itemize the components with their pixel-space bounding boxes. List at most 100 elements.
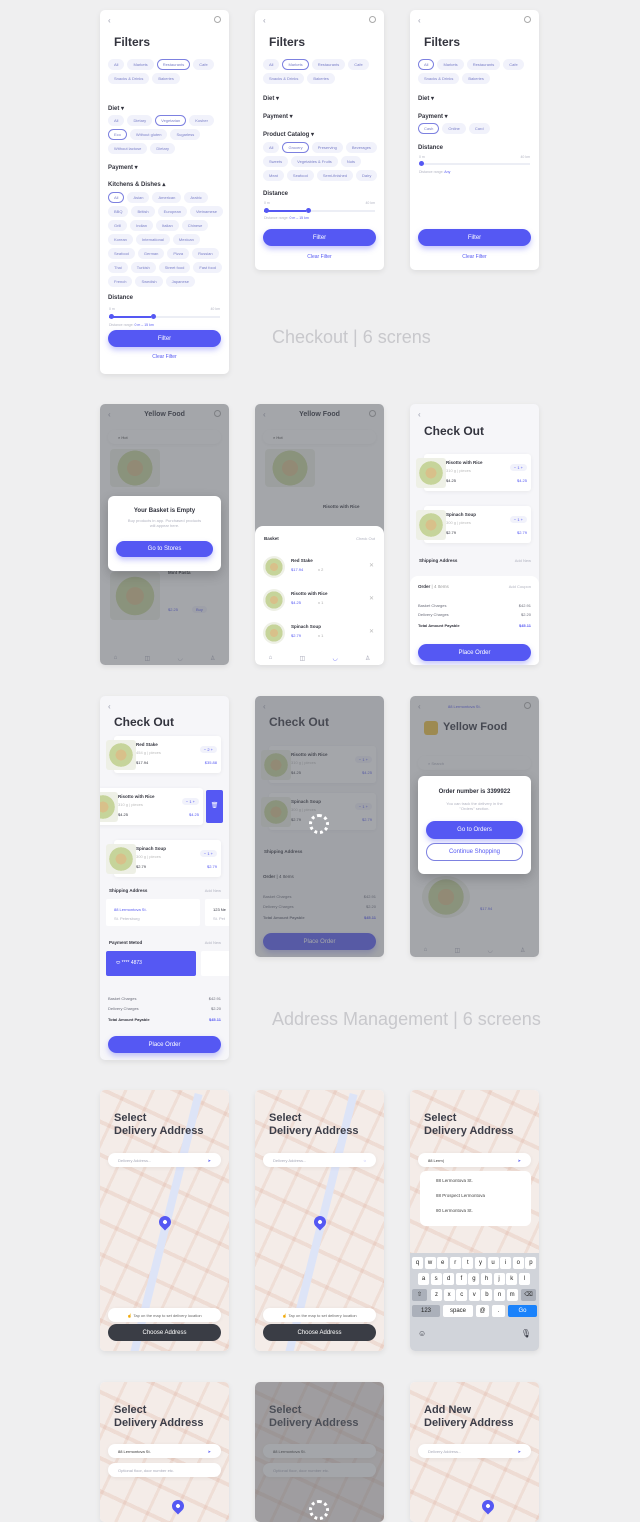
filter-chip[interactable]: Bakeries (307, 73, 335, 84)
catalog-section-label[interactable]: Product Catalog ▾ (263, 131, 314, 138)
slider-handle[interactable] (419, 161, 424, 166)
choose-address-button[interactable]: Choose Address (263, 1324, 376, 1341)
filter-chip[interactable]: Bakeries (462, 73, 490, 84)
filter-chip[interactable]: Turkish (130, 262, 156, 273)
basket-item[interactable]: Red Stake $17.94 x 2 ✕ (263, 554, 376, 582)
key[interactable]: v (468, 1289, 480, 1301)
key[interactable]: Go (508, 1305, 537, 1317)
filter-chip[interactable]: International (135, 234, 170, 245)
filter-chip[interactable]: Street food (158, 262, 191, 273)
filter-chip[interactable]: Chinese (181, 220, 209, 231)
optional-details-input[interactable]: Optional floor, door number etc. (108, 1463, 221, 1477)
filter-chip[interactable]: Japanese (165, 276, 195, 287)
key[interactable]: k (506, 1273, 518, 1285)
key[interactable]: c (456, 1289, 468, 1301)
kitchens-section-label[interactable]: Kitchens & Dishes ▴ (108, 181, 165, 188)
filter-chip[interactable]: Without lactose (108, 143, 148, 154)
basket-icon[interactable]: ◡ (177, 655, 182, 662)
back-icon[interactable]: ‹ (418, 702, 421, 711)
back-icon[interactable]: ‹ (418, 16, 421, 25)
filter-chip[interactable]: Nuts (340, 156, 362, 167)
filter-chip[interactable]: Kosher (189, 115, 214, 126)
place-order-button[interactable]: Place Order (263, 933, 376, 950)
slider-min-handle[interactable] (264, 208, 269, 213)
delivery-address-input[interactable]: 88 Lermontova St. ➤ (108, 1444, 221, 1458)
diet-section-label[interactable]: Diet ▾ (108, 105, 124, 112)
filter-chip[interactable]: Restaurants (466, 59, 501, 70)
filter-chip[interactable]: Beverages (345, 142, 377, 153)
delivery-address-input[interactable]: Delivery Address... ➤ (418, 1444, 531, 1458)
quantity-stepper[interactable]: − 1 + (354, 756, 372, 763)
distance-slider[interactable] (419, 161, 530, 166)
payment-section-label[interactable]: Payment ▾ (263, 113, 293, 120)
filter-chip[interactable]: Arabic (184, 192, 208, 203)
add-address-link[interactable]: Add New (205, 888, 221, 893)
key[interactable]: h (481, 1273, 492, 1285)
filter-chip[interactable]: Card (468, 123, 490, 134)
back-icon[interactable]: ‹ (418, 410, 421, 419)
payment-card[interactable] (201, 951, 229, 976)
clear-filter-link[interactable]: Clear Filter (100, 354, 229, 360)
filter-chip[interactable]: Preserving (311, 142, 343, 153)
filter-chip[interactable]: German (137, 248, 165, 259)
filter-chip[interactable]: European (157, 206, 187, 217)
key[interactable]: ⇧ (412, 1289, 427, 1301)
filter-chip[interactable]: Vegetarian (155, 115, 187, 126)
clock-icon[interactable] (524, 16, 531, 23)
filter-chip[interactable]: Cafe (348, 59, 369, 70)
key[interactable]: j (493, 1273, 505, 1285)
add-address-link[interactable]: Add New (515, 558, 531, 563)
key[interactable]: w (424, 1257, 436, 1269)
key[interactable]: p (525, 1257, 537, 1269)
filter-chip[interactable]: All (263, 142, 280, 153)
address-suggestion[interactable]: 88 Prospect Lermontova (436, 1193, 485, 1198)
filter-chip[interactable]: Markets (282, 59, 309, 70)
microphone-icon[interactable]: 🎙 (521, 1329, 531, 1338)
home-icon[interactable]: ⌂ (114, 655, 118, 661)
filter-chip[interactable]: All (263, 59, 280, 70)
place-order-button[interactable]: Place Order (418, 644, 531, 661)
key[interactable]: u (487, 1257, 499, 1269)
filter-chip[interactable]: All (418, 59, 435, 70)
filter-chip[interactable]: Meat (263, 170, 284, 181)
delivery-address-pill[interactable]: 88 Lermontova St. (448, 704, 481, 709)
filter-button[interactable]: Filter (418, 229, 531, 246)
key[interactable]: f (455, 1273, 467, 1285)
payment-section-label[interactable]: Payment ▾ (108, 164, 138, 171)
filter-chip[interactable]: Thai (108, 262, 128, 273)
clock-icon[interactable] (369, 16, 376, 23)
info-icon[interactable] (524, 702, 531, 709)
location-arrow-icon[interactable]: ➤ (518, 1158, 521, 1163)
location-arrow-icon[interactable]: ➤ (208, 1449, 211, 1454)
filter-chip[interactable]: Online (442, 123, 466, 134)
key[interactable]: o (512, 1257, 524, 1269)
filter-chip[interactable]: Cafe (193, 59, 214, 70)
slider-min-handle[interactable] (109, 314, 114, 319)
key[interactable]: n (494, 1289, 505, 1301)
bag-icon[interactable]: ◫ (145, 655, 151, 662)
clear-filter-link[interactable]: Clear Filter (255, 254, 384, 260)
filter-chip[interactable]: Korean (108, 234, 133, 245)
filter-chip[interactable]: Restaurants (156, 59, 191, 70)
quantity-stepper[interactable]: − 1 + (509, 516, 527, 523)
filter-chip[interactable]: Swedish (135, 276, 163, 287)
key[interactable]: l (518, 1273, 530, 1285)
back-icon[interactable]: ‹ (263, 702, 266, 711)
distance-slider[interactable] (109, 314, 220, 319)
key[interactable]: g (468, 1273, 480, 1285)
filter-chip[interactable]: Bakeries (152, 73, 180, 84)
basket-item[interactable]: Risotto with Rice $4.25 x 1 ✕ (263, 587, 376, 615)
delete-item-button[interactable]: 🗑 (206, 790, 223, 823)
go-to-stores-button[interactable]: Go to Stores (116, 541, 213, 557)
key[interactable]: r (449, 1257, 461, 1269)
filter-chip[interactable]: All (108, 59, 125, 70)
filter-chip[interactable]: Dietary (150, 143, 176, 154)
filter-chip[interactable]: Restaurants (311, 59, 346, 70)
key[interactable]: 123 (412, 1305, 440, 1317)
diet-section-label[interactable]: Diet ▾ (418, 95, 434, 102)
profile-icon[interactable]: ♙ (210, 655, 215, 662)
delivery-address-input[interactable]: 88 Lermontova St. (263, 1444, 376, 1458)
remove-item-icon[interactable]: ✕ (369, 628, 374, 635)
location-arrow-icon[interactable]: ➤ (208, 1158, 211, 1163)
delivery-address-input[interactable]: Delivery Address... ➤ (108, 1153, 221, 1167)
